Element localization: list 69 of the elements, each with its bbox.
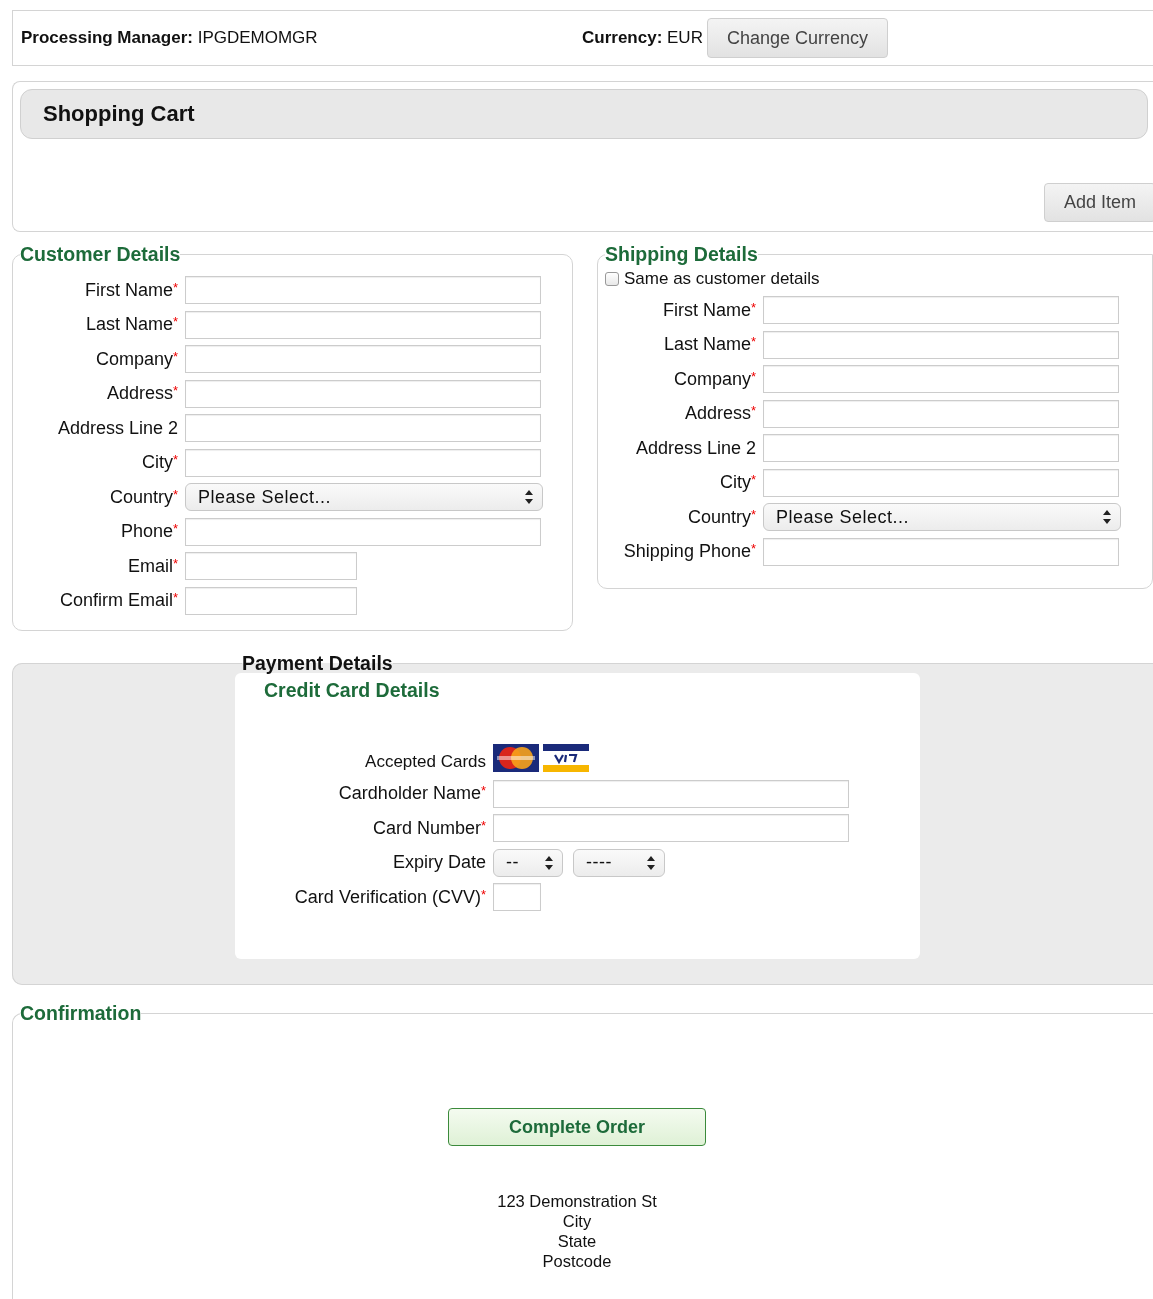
section-title: Credit Card Details [263, 679, 441, 702]
input-field[interactable] [185, 552, 357, 580]
input-field[interactable] [763, 296, 1119, 324]
currency-text: Currency: EUR [582, 28, 703, 48]
add-item-button[interactable]: Add Item [1043, 183, 1153, 222]
checkbox-label: Same as customer details [624, 269, 820, 289]
field-label: Address Line 2 [634, 437, 757, 459]
field-label: Email* [126, 555, 179, 577]
input-field[interactable] [763, 330, 1119, 359]
input-field[interactable] [185, 276, 541, 304]
field-label: First Name* [83, 279, 179, 301]
complete-order-button[interactable]: Complete Order [448, 1108, 706, 1146]
updown-arrow-icon [524, 489, 534, 505]
field-label: Card Number* [371, 817, 487, 839]
field-label: Cardholder Name* [337, 783, 487, 804]
address-line: 123 Demonstration St [497, 1191, 657, 1211]
input-field[interactable] [185, 448, 541, 477]
input-field[interactable] [185, 379, 541, 408]
field-label: Card Verification (CVV)* [293, 886, 487, 908]
field-label: Country* [108, 486, 179, 508]
input-field[interactable] [763, 434, 1119, 462]
field-label: Accepted Cards [364, 752, 487, 772]
checkbox[interactable] [605, 272, 619, 286]
field-label: Company* [672, 368, 757, 390]
input-field[interactable] [763, 399, 1119, 428]
section-title: Shipping Details [605, 243, 758, 265]
dropdown-select[interactable]: ---- [573, 848, 665, 877]
field-label: Shipping Phone* [622, 541, 757, 562]
field-label: Last Name* [662, 334, 757, 355]
field-label: Address Line 2 [56, 417, 179, 439]
input-field[interactable] [185, 310, 541, 339]
input-field[interactable] [493, 814, 849, 842]
field-label: Last Name* [84, 314, 179, 335]
dropdown-select[interactable]: -- [493, 848, 563, 877]
field-label: Expiry Date [391, 852, 487, 873]
field-label: Address* [683, 403, 757, 424]
section-title: Shopping Cart [43, 101, 195, 127]
address-line: Postcode [542, 1251, 612, 1271]
updown-arrow-icon [646, 854, 656, 871]
input-field[interactable] [763, 537, 1119, 566]
processing-manager-text: Processing Manager: IPGDEMOMGR [21, 28, 319, 48]
field-label: Phone* [119, 521, 179, 542]
field-label: City* [140, 452, 179, 473]
card-logo-icon [543, 744, 589, 772]
field-label: City* [718, 472, 757, 493]
input-field[interactable] [493, 883, 541, 911]
field-label: First Name* [661, 299, 757, 321]
input-field[interactable] [493, 779, 849, 808]
field-label: Country* [686, 506, 757, 528]
input-field[interactable] [185, 517, 541, 546]
dropdown-select[interactable]: Please Select... [763, 503, 1121, 531]
change-currency-button[interactable]: Change Currency [706, 18, 888, 58]
input-field[interactable] [185, 345, 541, 373]
card-logo-icon [493, 744, 539, 772]
input-field[interactable] [763, 365, 1119, 393]
input-field[interactable] [185, 586, 357, 615]
address-line: City [562, 1211, 592, 1231]
updown-arrow-icon [1102, 509, 1112, 525]
field-label: Address* [105, 383, 179, 404]
dropdown-select[interactable]: Please Select... [185, 483, 543, 511]
section-title: Confirmation [20, 1002, 142, 1024]
section-title: Payment Details [242, 652, 393, 674]
input-field[interactable] [763, 468, 1119, 497]
updown-arrow-icon [544, 854, 554, 871]
section-title: Customer Details [20, 243, 181, 265]
field-label: Confirm Email* [58, 590, 179, 611]
field-label: Company* [94, 348, 179, 370]
input-field[interactable] [185, 414, 541, 442]
address-line: State [557, 1231, 597, 1251]
